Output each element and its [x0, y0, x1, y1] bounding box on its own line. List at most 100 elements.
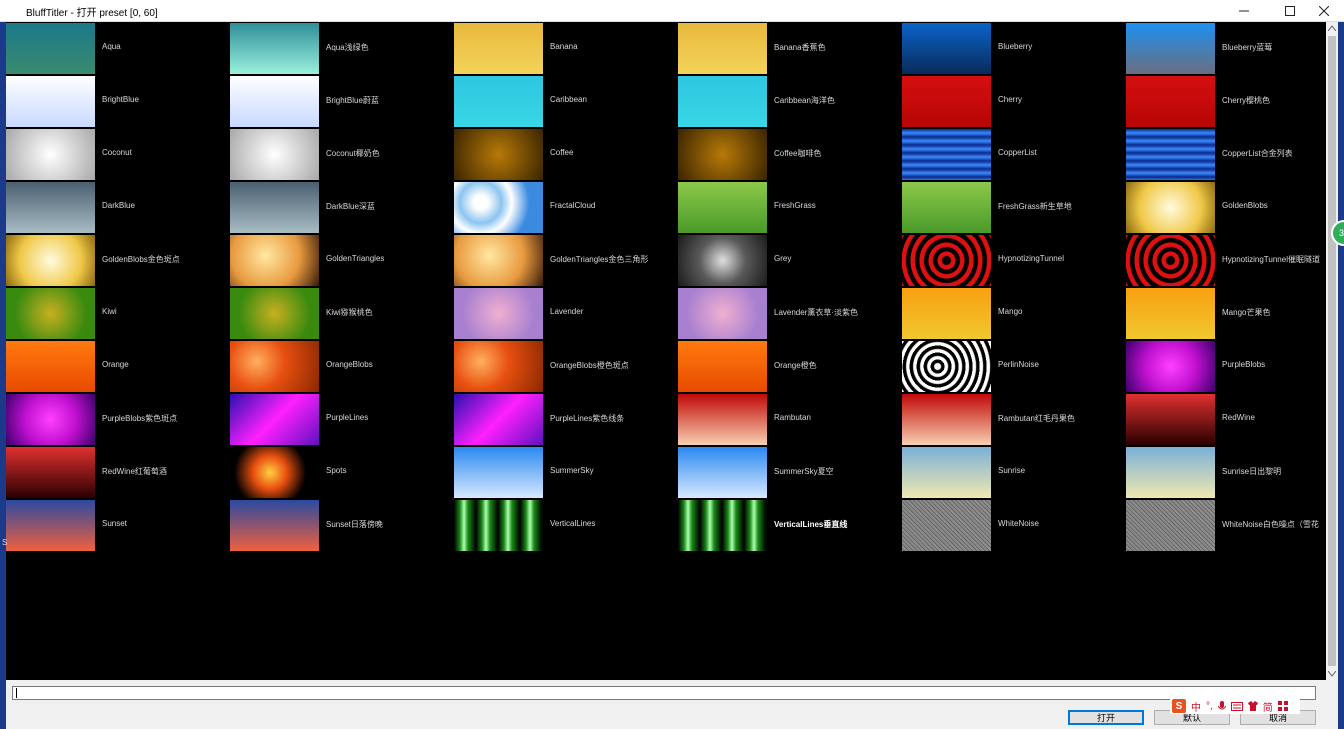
preset-thumbnail[interactable]: [454, 23, 543, 74]
preset-tile[interactable]: Coffee: [454, 128, 678, 181]
preset-tile[interactable]: GoldenTriangles: [230, 234, 454, 287]
ime-punctuation-icon[interactable]: °,: [1206, 701, 1213, 712]
preset-tile[interactable]: PurpleLines: [230, 393, 454, 446]
preset-tile[interactable]: Banana香蕉色: [678, 22, 902, 75]
preset-thumbnail[interactable]: [454, 129, 543, 180]
preset-thumbnail[interactable]: [6, 23, 95, 74]
preset-thumbnail[interactable]: [6, 129, 95, 180]
preset-tile[interactable]: Blueberry蓝莓: [1126, 22, 1326, 75]
preset-tile[interactable]: OrangeBlobs: [230, 340, 454, 393]
scroll-thumb[interactable]: [1328, 36, 1336, 666]
preset-tile[interactable]: Spots: [230, 446, 454, 499]
preset-tile[interactable]: RedWine: [1126, 393, 1326, 446]
preset-thumbnail[interactable]: [454, 341, 543, 392]
preset-thumbnail[interactable]: [678, 447, 767, 498]
preset-tile[interactable]: Sunset日落傍晚: [230, 499, 454, 552]
preset-thumbnail[interactable]: [454, 76, 543, 127]
preset-thumbnail[interactable]: [230, 500, 319, 551]
preset-thumbnail[interactable]: [902, 447, 991, 498]
preset-thumbnail[interactable]: [230, 288, 319, 339]
preset-thumbnail[interactable]: [678, 76, 767, 127]
scroll-down-button[interactable]: [1326, 668, 1338, 680]
preset-tile[interactable]: Sunrise: [902, 446, 1126, 499]
close-button[interactable]: [1304, 0, 1344, 21]
preset-thumbnail[interactable]: [678, 394, 767, 445]
preset-thumbnail[interactable]: [230, 235, 319, 286]
preset-thumbnail[interactable]: [454, 394, 543, 445]
preset-tile[interactable]: PurpleBlobs紫色斑点: [6, 393, 230, 446]
preset-thumbnail[interactable]: [230, 182, 319, 233]
preset-tile[interactable]: Rambutan红毛丹果色: [902, 393, 1126, 446]
preset-tile[interactable]: Lavender: [454, 287, 678, 340]
scroll-up-button[interactable]: [1326, 22, 1338, 34]
preset-tile[interactable]: WhiteNoise白色噪点（雪花: [1126, 499, 1326, 552]
preset-thumbnail[interactable]: [1126, 23, 1215, 74]
preset-thumbnail[interactable]: [1126, 235, 1215, 286]
keyboard-icon[interactable]: [1230, 701, 1243, 711]
preset-thumbnail[interactable]: [1126, 447, 1215, 498]
preset-thumbnail[interactable]: [230, 23, 319, 74]
preset-tile[interactable]: Orange橙色: [678, 340, 902, 393]
preset-thumbnail[interactable]: [6, 500, 95, 551]
preset-tile[interactable]: Kiwi: [6, 287, 230, 340]
preset-tile[interactable]: HypnotizingTunnel: [902, 234, 1126, 287]
minimize-button[interactable]: [1224, 0, 1264, 21]
preset-thumbnail[interactable]: [454, 182, 543, 233]
preset-tile[interactable]: VerticalLines垂直线: [678, 499, 902, 552]
preset-tile[interactable]: CopperList合金列表: [1126, 128, 1326, 181]
grid-menu-icon[interactable]: [1277, 701, 1288, 711]
preset-tile[interactable]: Aqua: [6, 22, 230, 75]
preset-thumbnail[interactable]: [1126, 129, 1215, 180]
vertical-scrollbar[interactable]: [1326, 22, 1338, 680]
ime-chinese-mode[interactable]: 中: [1191, 699, 1201, 714]
preset-thumbnail[interactable]: [230, 76, 319, 127]
preset-thumbnail[interactable]: [6, 288, 95, 339]
preset-thumbnail[interactable]: [902, 182, 991, 233]
preset-tile[interactable]: Mango芒果色: [1126, 287, 1326, 340]
preset-thumbnail[interactable]: [678, 341, 767, 392]
preset-tile[interactable]: SummerSky夏空: [678, 446, 902, 499]
preset-tile[interactable]: Blueberry: [902, 22, 1126, 75]
preset-thumbnail[interactable]: [678, 235, 767, 286]
preset-thumbnail[interactable]: [6, 394, 95, 445]
preset-tile[interactable]: Sunrise日出黎明: [1126, 446, 1326, 499]
preset-tile[interactable]: VerticalLines: [454, 499, 678, 552]
preset-thumbnail[interactable]: [454, 288, 543, 339]
preset-thumbnail[interactable]: [678, 500, 767, 551]
open-button[interactable]: 打开: [1068, 710, 1144, 725]
preset-tile[interactable]: GoldenTriangles金色三角形: [454, 234, 678, 287]
preset-tile[interactable]: HypnotizingTunnel催眠隧道: [1126, 234, 1326, 287]
preset-thumbnail[interactable]: [678, 288, 767, 339]
preset-thumbnail[interactable]: [1126, 341, 1215, 392]
preset-tile[interactable]: Cherry樱桃色: [1126, 75, 1326, 128]
filename-input[interactable]: [12, 686, 1316, 700]
preset-tile[interactable]: OrangeBlobs橙色斑点: [454, 340, 678, 393]
preset-thumbnail[interactable]: [230, 129, 319, 180]
preset-thumbnail[interactable]: [6, 341, 95, 392]
preset-tile[interactable]: GoldenBlobs: [1126, 181, 1326, 234]
preset-thumbnail[interactable]: [902, 23, 991, 74]
preset-tile[interactable]: DarkBlue深蓝: [230, 181, 454, 234]
preset-thumbnail[interactable]: [902, 394, 991, 445]
preset-thumbnail[interactable]: [678, 23, 767, 74]
preset-thumbnail[interactable]: [1126, 394, 1215, 445]
preset-tile[interactable]: PurpleLines紫色线条: [454, 393, 678, 446]
preset-tile[interactable]: Caribbean: [454, 75, 678, 128]
preset-tile[interactable]: Kiwi猕猴桃色: [230, 287, 454, 340]
preset-thumbnail[interactable]: [454, 500, 543, 551]
preset-tile[interactable]: Mango: [902, 287, 1126, 340]
preset-thumbnail[interactable]: [6, 235, 95, 286]
preset-tile[interactable]: FreshGrass新生草地: [902, 181, 1126, 234]
preset-tile[interactable]: Aqua浅绿色: [230, 22, 454, 75]
preset-tile[interactable]: Banana: [454, 22, 678, 75]
preset-thumbnail[interactable]: [230, 341, 319, 392]
preset-tile[interactable]: Caribbean海洋色: [678, 75, 902, 128]
preset-tile[interactable]: WhiteNoise: [902, 499, 1126, 552]
skin-icon[interactable]: [1247, 701, 1258, 711]
preset-thumbnail[interactable]: [6, 182, 95, 233]
preset-thumbnail[interactable]: [454, 235, 543, 286]
preset-tile[interactable]: PurpleBlobs: [1126, 340, 1326, 393]
preset-thumbnail[interactable]: [902, 288, 991, 339]
preset-tile[interactable]: Rambutan: [678, 393, 902, 446]
preset-tile[interactable]: SummerSky: [454, 446, 678, 499]
